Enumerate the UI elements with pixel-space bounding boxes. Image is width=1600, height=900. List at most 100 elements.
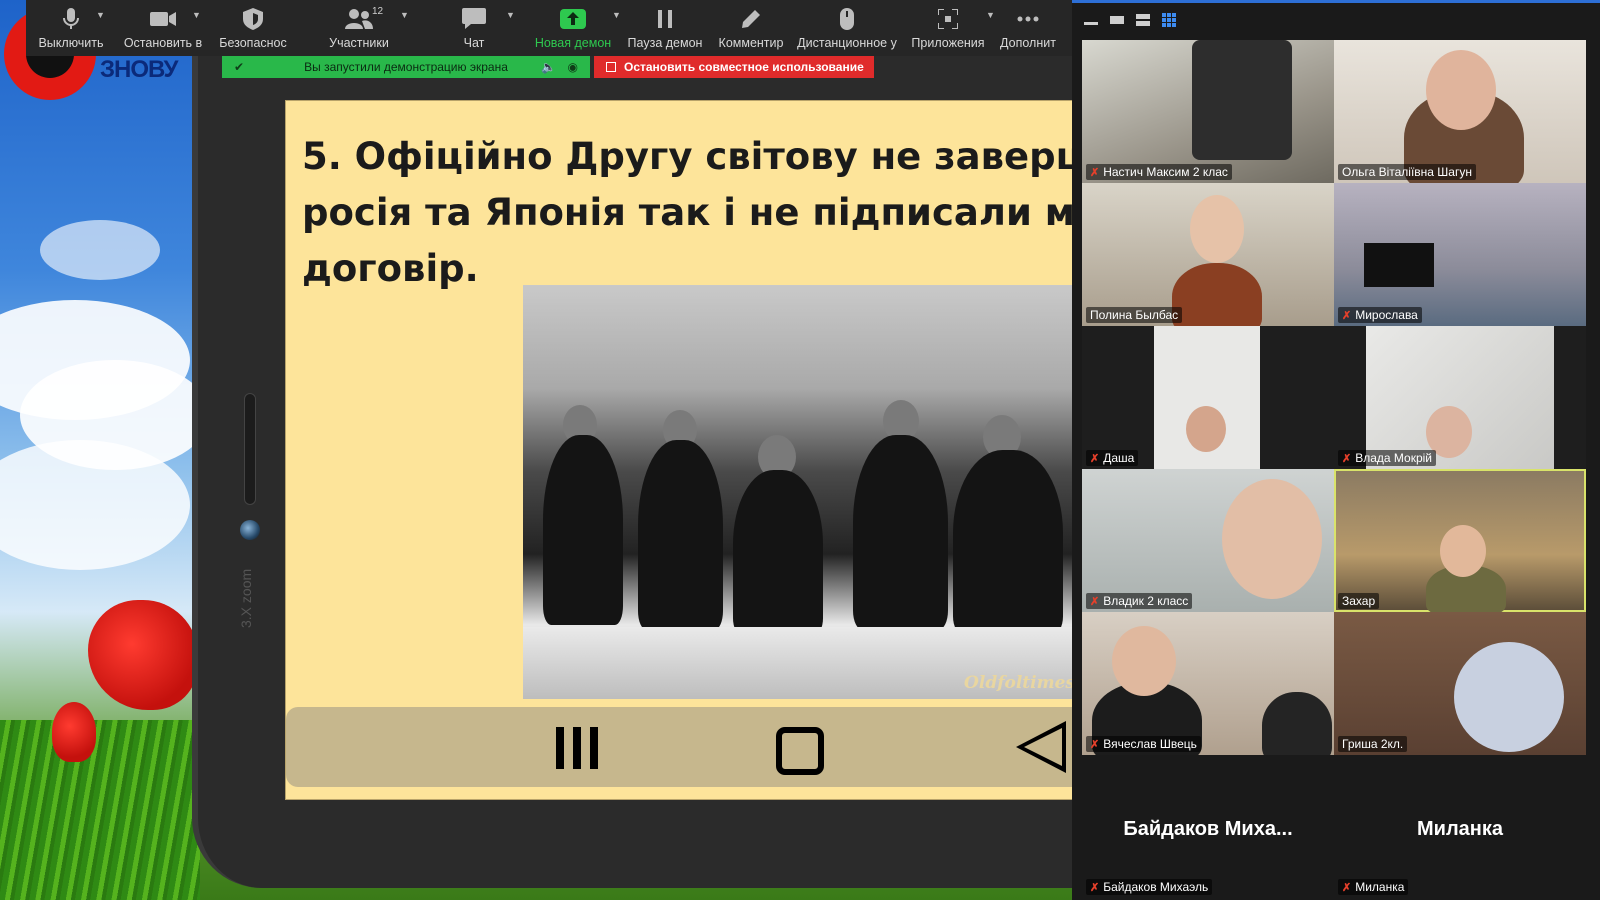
participant-tile[interactable]: Полина Былбас [1082,183,1334,326]
participant-name: Ольга Віталіївна Шагун [1338,164,1476,180]
back-icon[interactable] [1016,721,1066,773]
historical-photo: Oldfoltimes [523,285,1073,699]
chat-label: Чат [463,36,485,50]
muted-mic-icon: ✗ [1342,881,1352,894]
slide-title-line: росія та Японія так і не підписали мир [302,191,1074,234]
poppy-flower-decoration [88,600,198,710]
chevron-down-icon[interactable]: ▼ [506,10,515,20]
speaker-view-icon[interactable] [1110,14,1124,26]
shield-icon [243,8,263,30]
video-face [1440,525,1486,577]
grass-decoration [0,720,200,900]
logo-text: ЗНОВУ [100,56,178,83]
video-face [1222,479,1322,599]
pause-share-label: Пауза демон [627,36,703,50]
participants-label: Участники [329,36,389,50]
home-icon[interactable] [776,727,824,775]
video-face [1454,642,1564,752]
participant-tile[interactable]: ✗ Вячеслав Швець [1082,612,1334,755]
stop-share-button[interactable]: Остановить совместное использование [594,56,874,78]
chat-icon [462,8,486,30]
pause-icon [657,8,673,30]
pause-share-button[interactable]: Пауза демон [620,0,710,56]
stop-video-label: Остановить в [123,36,203,50]
participant-name: ✗ Владик 2 класс [1086,593,1193,609]
apps-button[interactable]: ▼ Приложения [902,0,995,56]
speaker-icon[interactable]: 🔈 [541,60,556,74]
participant-tile[interactable]: ✗ Настич Максим 2 клас [1082,40,1334,183]
more-icon [1017,8,1039,30]
participant-display-name: Миланка [1417,818,1503,840]
muted-mic-icon: ✗ [1090,595,1100,608]
sharing-status-text: Вы запустили демонстрацию экрана [304,60,508,74]
cloud-decoration [40,220,160,280]
gallery-view-icon[interactable] [1162,13,1176,27]
participant-tile[interactable]: ✗ Даша [1082,326,1334,469]
participant-name: ✗ Вячеслав Швець [1086,736,1201,752]
tablet-nav-bar [286,707,1073,787]
participant-name: ✗ Даша [1086,450,1139,466]
participants-count: 12 [372,6,384,17]
video-face [1112,626,1176,696]
tablet-camera-icon [240,520,260,540]
remote-control-label: Дистанционное у [797,36,897,50]
participant-name: ✗ Миланка [1338,879,1409,895]
video-person [1262,692,1332,755]
photo-figure [638,440,723,630]
participant-tile[interactable]: ✗ Мирослава [1334,183,1586,326]
microphone-icon [63,8,79,30]
new-share-button[interactable]: ▼ Новая демон [526,0,621,56]
mute-button[interactable]: ▼ Выключить [26,0,116,56]
muted-mic-icon: ✗ [1342,452,1352,465]
security-label: Безопаснос [219,36,287,50]
video-camera-icon [150,8,176,30]
participant-name: ✗ Настич Максим 2 клас [1086,164,1232,180]
participant-name: ✗ Мирослава [1338,307,1422,323]
remote-control-button[interactable]: Дистанционное у [792,0,902,56]
mute-label: Выключить [38,36,104,50]
participant-name: ✗ Влада Мокрій [1338,450,1437,466]
chevron-down-icon[interactable]: ▼ [192,10,201,20]
photo-figure [733,470,823,635]
tablet-zoom-label: 3.X zoom [238,568,254,628]
participant-tile[interactable]: ✗ Влада Мокрій [1334,326,1586,469]
annotate-label: Комментир [718,36,784,50]
apps-label: Приложения [911,36,985,50]
minimize-icon[interactable] [1084,14,1098,26]
video-face [1426,50,1496,130]
video-face [1186,406,1226,452]
participants-button[interactable]: 12 ▼ Участники [296,0,422,56]
photo-figure [953,450,1063,635]
slide-title-line: 5. Офіційно Другу світову не завершен [302,135,1074,178]
participant-tile[interactable]: Гриша 2кл. [1334,612,1586,755]
participant-name: Гриша 2кл. [1338,736,1408,752]
chat-button[interactable]: ▼ Чат [422,0,526,56]
chevron-down-icon[interactable]: ▼ [96,10,105,20]
slide-title: 5. Офіційно Другу світову не завершен ро… [302,129,1074,297]
participant-tile[interactable]: ✗ Владик 2 класс [1082,469,1334,612]
stop-share-label: Остановить совместное использование [624,60,864,74]
mouse-icon [840,8,854,30]
strip-view-icon[interactable] [1136,14,1150,26]
photo-figure [853,435,948,630]
photo-figure [543,435,623,625]
video-person [1172,263,1262,326]
shield-check-icon[interactable]: ◉ [568,60,578,74]
video-chair [1192,40,1292,160]
participant-tile-active-speaker[interactable]: Захар [1334,469,1586,612]
new-share-label: Новая демон [534,36,612,50]
recent-apps-icon[interactable] [556,727,598,769]
tablet-speaker [244,393,256,505]
participant-name: Захар [1338,593,1380,609]
participants-icon [345,8,373,30]
share-status-icon: ✔ [234,60,245,74]
participant-name: ✗ Байдаков Михаэль [1086,879,1213,895]
stop-video-button[interactable]: ▼ Остановить в [116,0,210,56]
more-button[interactable]: Дополнит [994,0,1062,56]
security-button[interactable]: Безопаснос [210,0,296,56]
annotate-button[interactable]: Комментир [710,0,792,56]
participant-tile[interactable]: Ольга Віталіївна Шагун [1334,40,1586,183]
sharing-status-banner: ✔ Вы запустили демонстрацию экрана 🔈 ◉ [222,56,590,78]
video-face [1190,195,1244,263]
chevron-down-icon[interactable]: ▼ [400,10,409,20]
